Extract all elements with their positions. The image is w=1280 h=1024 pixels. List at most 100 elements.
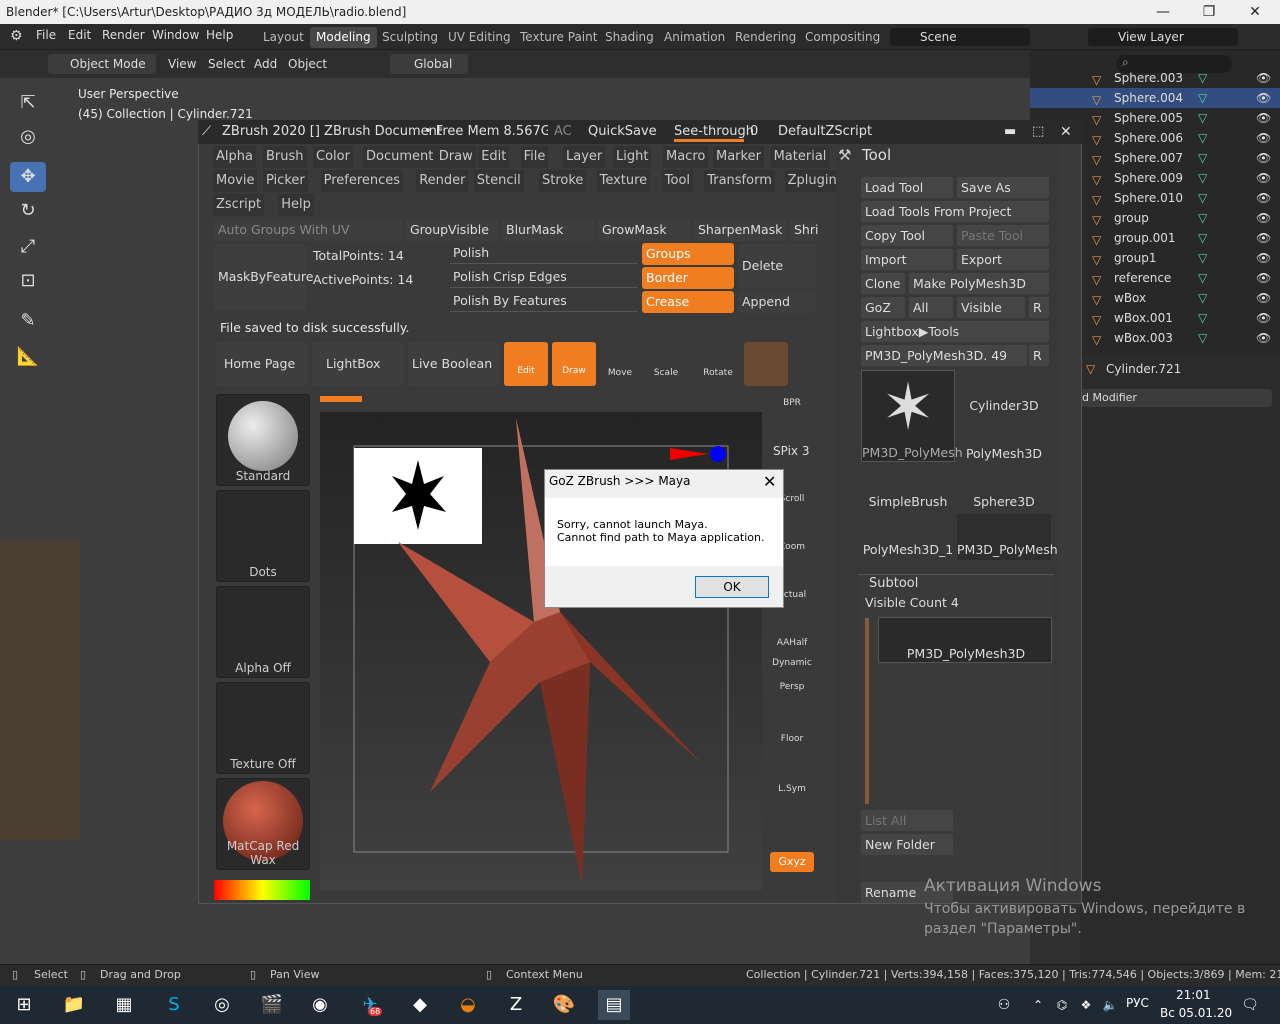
polish-crisp-slider[interactable]: Polish Crisp Edges [450,268,638,288]
visible-count-slider[interactable]: Visible Count 4 [865,595,959,610]
paint-icon[interactable]: 🎨 [548,990,580,1020]
default-zscript[interactable]: DefaultZScript [778,120,872,144]
scene-selector[interactable]: Scene [890,28,1030,46]
calculator-icon[interactable]: ▦ [108,990,140,1020]
menu-help[interactable]: Help [206,28,233,42]
move-tool-icon[interactable]: ✥ [10,162,46,192]
list-all-button[interactable]: List All [861,810,953,831]
zbrush-menu-transform[interactable]: Transform [704,170,775,192]
eye-icon[interactable]: 👁 [1256,68,1271,88]
skype-icon[interactable]: S [158,990,190,1020]
sketch-app-icon[interactable]: ◆ [404,990,436,1020]
menu-render[interactable]: Render [102,28,145,42]
cursor-tool-icon[interactable]: ◎ [10,122,46,152]
aahalf-button[interactable]: AAHalf [770,614,814,654]
zbrush-menu-edit[interactable]: Edit [478,146,510,168]
blur-mask-button[interactable]: BlurMask [502,219,594,241]
eye-icon[interactable]: 👁 [1256,228,1271,248]
select-tool-icon[interactable]: ⇱ [10,88,46,118]
eye-icon[interactable]: 👁 [1256,188,1271,208]
subtool-scrollbar[interactable] [865,618,869,804]
menu-edit[interactable]: Edit [68,28,91,42]
tool-thumb-polymesh1[interactable]: PolyMesh3D_1 [861,514,955,560]
eye-icon[interactable]: 👁 [1256,88,1271,108]
tab-rendering[interactable]: Rendering [729,27,802,48]
annotate-tool-icon[interactable]: ✎ [10,306,46,336]
rotate-mode-button[interactable]: Rotate [696,342,740,386]
tab-texture-paint[interactable]: Texture Paint [514,27,603,48]
live-boolean-button[interactable]: Live Boolean [408,342,500,386]
auto-groups-button[interactable]: Auto Groups With UV [214,219,402,241]
file-explorer-icon[interactable]: 📁 [58,990,90,1020]
draw-mode-button[interactable]: Draw [552,342,596,386]
grow-mask-button[interactable]: GrowMask [598,219,690,241]
eye-icon[interactable]: 👁 [1256,148,1271,168]
brush-tile[interactable]: Standard [216,394,310,486]
volume-icon[interactable]: 🔈 [1094,990,1126,1020]
menu-object[interactable]: Object [282,54,333,74]
eye-icon[interactable]: 👁 [1256,248,1271,268]
menu-select[interactable]: Select [202,54,251,74]
polish-slider[interactable]: Polish [450,244,638,264]
tool-thumb-simplebrush[interactable]: SimpleBrush [861,466,955,512]
dialog-close-icon[interactable]: ✕ [763,472,776,491]
border-toggle[interactable]: Border [642,267,734,289]
zbrush-menu-marker[interactable]: Marker [713,146,764,168]
color-picker[interactable] [214,880,310,900]
rotate-tool-icon[interactable]: ↻ [10,196,46,226]
tab-animation[interactable]: Animation [658,27,731,48]
zbrush-menu-macro[interactable]: Macro [663,146,709,168]
current-tool-slider[interactable]: PM3D_PolyMesh3D. 49 [861,345,1027,366]
zbrush-menu-picker[interactable]: Picker [263,170,308,192]
scale-tool-icon[interactable]: ⤢ [10,232,46,262]
zbrush-menu-help[interactable]: Help [278,194,314,216]
blender-logo-icon[interactable]: ⚙ [10,28,23,44]
active-window-icon[interactable]: ▤ [598,990,630,1020]
outliner-row[interactable]: ▽ Sphere.004 ▽ 👁 [1030,88,1280,108]
measure-tool-icon[interactable]: 📐 [10,342,46,372]
zbrush-menu-tool[interactable]: Tool [661,170,694,192]
load-from-project-button[interactable]: Load Tools From Project [861,201,1049,222]
windows-start-icon[interactable]: ⊞ [8,990,40,1020]
scale-mode-button[interactable]: Scale [646,342,686,386]
tool-panel-title[interactable]: Tool [862,146,891,164]
paste-tool-button[interactable]: Paste Tool [957,225,1049,246]
zbrush-menu-texture[interactable]: Texture [596,170,651,192]
import-button[interactable]: Import [861,249,953,270]
clone-button[interactable]: Clone [861,273,905,294]
xyz-button[interactable]: Gxyz [770,852,814,872]
zbrush-menu-material[interactable]: Material [770,146,830,168]
tool-thumb-sphere[interactable]: Sphere3D [957,466,1051,512]
zbrush-menu-stencil[interactable]: Stencil [473,170,524,192]
eye-icon[interactable]: 👁 [1256,268,1271,288]
subtool-item[interactable]: PM3D_PolyMesh3D [878,617,1052,663]
outliner-row[interactable]: ▽ Sphere.003 ▽ 👁 [1030,68,1280,88]
alpha-tile[interactable]: Alpha Off [216,586,310,678]
spix-slider[interactable]: SPix 3 [773,444,809,458]
r-button-2[interactable]: R [1029,345,1049,366]
eye-icon[interactable]: 👁 [1256,168,1271,188]
quicksave-button[interactable]: QuickSave [588,120,657,144]
tool-thumb-pm3d-2[interactable]: PM3D_PolyMesh [957,514,1058,560]
blender-taskbar-icon[interactable]: ◒ [452,990,484,1020]
zbrush-menu-light[interactable]: Light [613,146,652,168]
polish-features-slider[interactable]: Polish By Features [450,292,638,312]
subtool-title[interactable]: Subtool [869,576,918,591]
groups-toggle[interactable]: Groups [642,243,734,265]
lsym-button[interactable]: L.Sym [770,758,814,798]
r-button[interactable]: R [1029,297,1049,318]
tool-thumb-cylinder[interactable]: Cylinder3D [957,370,1051,416]
zbrush-menu-draw[interactable]: Draw [435,146,476,168]
zbrush-menu-color[interactable]: Color [313,146,353,168]
material-tile[interactable]: MatCap Red Wax [216,778,310,870]
shrink-mask-button[interactable]: Shri [790,219,818,241]
minimize-icon[interactable]: — [1140,0,1186,24]
eye-icon[interactable]: 👁 [1256,328,1271,348]
edit-mode-button[interactable]: Edit [504,342,548,386]
add-modifier-dropdown[interactable]: d Modifier [1080,389,1272,407]
tab-shading[interactable]: Shading [599,27,660,48]
menu-window[interactable]: Window [152,28,199,42]
clock-time[interactable]: 21:01 [1176,988,1211,1002]
menu-file[interactable]: File [36,28,56,42]
zbrush-menu-layer[interactable]: Layer [563,146,606,168]
